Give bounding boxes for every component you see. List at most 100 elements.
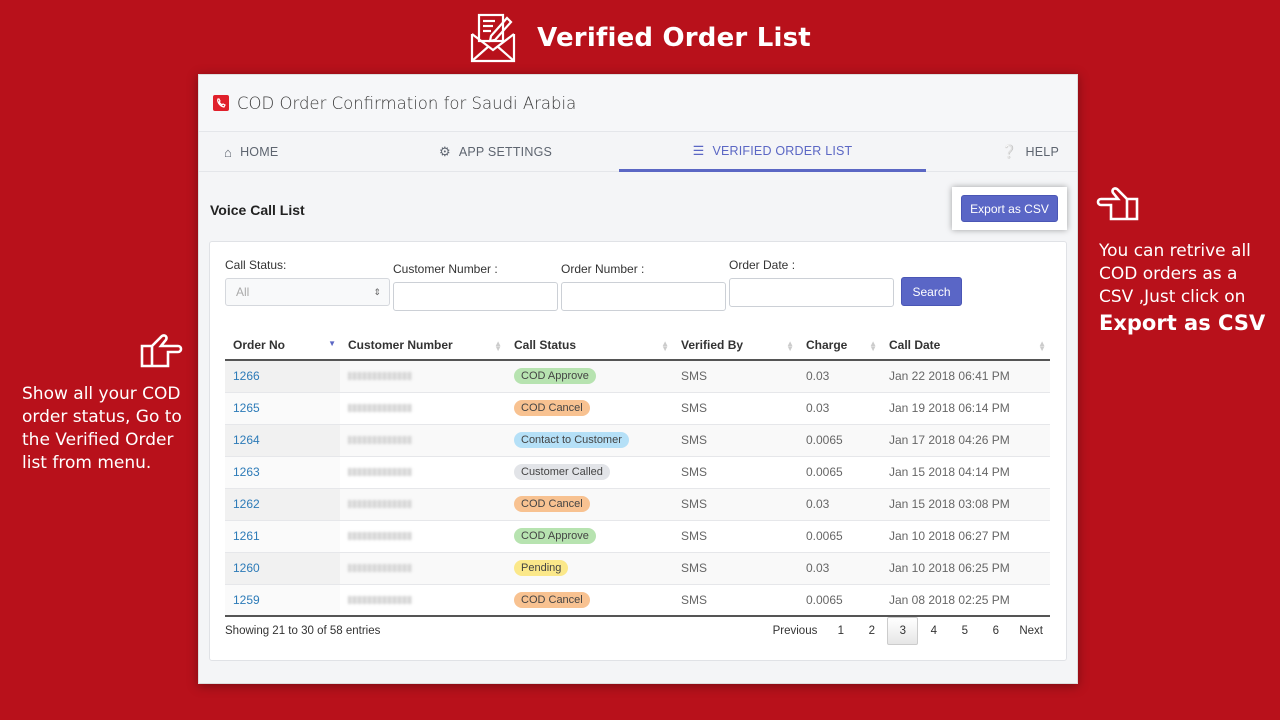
col-order-no[interactable]: Order No ▼ [225,331,340,361]
filters: Call Status: All ⇕ Customer Number : Ord… [225,258,1051,318]
customer-number-blurred [348,500,412,508]
order-no-cell: 1263 [225,456,340,489]
call-date-cell: Jan 17 2018 04:26 PM [881,424,1050,457]
tab-help[interactable]: ❔ HELP [1001,132,1059,172]
voice-call-card: Call Status: All ⇕ Customer Number : Ord… [209,241,1067,661]
order-date-label: Order Date : [729,258,796,272]
charge-cell: 0.0065 [798,424,881,457]
order-link[interactable]: 1264 [233,433,260,447]
pagination-next[interactable]: Next [1011,617,1051,645]
order-link[interactable]: 1261 [233,529,260,543]
call-date-cell: Jan 15 2018 03:08 PM [881,488,1050,521]
call-status-select[interactable]: All ⇕ [225,278,390,306]
order-date-input[interactable] [729,278,894,307]
status-badge: Contact to Customer [514,432,629,448]
customer-number-cell [340,360,506,393]
phone-logo-icon [213,95,229,111]
verified-by-cell: SMS [673,584,798,617]
pagination-page[interactable]: 1 [825,617,856,645]
customer-number-cell [340,520,506,553]
pagination-page[interactable]: 2 [856,617,887,645]
charge-cell: 0.03 [798,488,881,521]
search-button[interactable]: Search [901,277,962,306]
app-window: COD Order Confirmation for Saudi Arabia … [198,74,1078,684]
order-no-cell: 1264 [225,424,340,457]
customer-number-cell [340,392,506,425]
question-circle-icon: ❔ [1001,144,1018,159]
left-note: Show all your COD order status, Go to th… [22,384,182,473]
charge-cell: 0.03 [798,360,881,393]
section-title: Voice Call List [210,202,305,218]
verified-by-cell: SMS [673,552,798,585]
charge-cell: 0.0065 [798,520,881,553]
customer-number-blurred [348,404,412,412]
gear-icon: ⚙ [439,144,451,159]
tab-home-label: HOME [240,145,279,159]
orders-table: Order No ▼ Customer Number ▲ ▼ Call Status ▲… [225,331,1050,617]
call-date-cell: Jan 10 2018 06:25 PM [881,552,1050,585]
order-link[interactable]: 1259 [233,593,260,607]
pointing-hand-left-icon [1096,187,1139,221]
sort-icon: ▲ ▼ [494,339,502,353]
sort-icon: ▲ ▼ [661,339,669,353]
section-header: Voice Call List [199,172,1077,242]
customer-number-blurred [348,595,412,604]
pagination-page[interactable]: 4 [918,617,949,645]
pagination-page[interactable]: 6 [980,617,1011,645]
order-no-cell: 1266 [225,360,340,393]
order-number-input[interactable] [561,282,726,311]
col-charge-label: Charge [806,338,848,352]
table-row: 1260 Pending SMS 0.03 Jan 10 2018 06:25 PM [225,552,1050,585]
pagination-previous[interactable]: Previous [765,617,826,645]
charge-cell: 0.03 [798,392,881,425]
col-verified-by[interactable]: Verified By ▲ ▼ [673,331,798,361]
customer-number-input[interactable] [393,282,558,311]
call-date-cell: Jan 08 2018 02:25 PM [881,584,1050,617]
pointing-hand-right-icon [140,334,183,368]
order-date-group: Order Date : [729,258,894,307]
status-badge: COD Cancel [514,496,590,512]
customer-number-cell [340,552,506,585]
col-call-date-label: Call Date [889,338,941,352]
call-status-cell: Pending [506,552,673,585]
table-row: 1261 COD Approve SMS 0.0065 Jan 10 2018 06:2… [225,520,1050,553]
table-row: 1265 COD Cancel SMS 0.03 Jan 19 2018 06:14 P… [225,392,1050,425]
sort-icon: ▲ ▼ [869,339,877,353]
export-highlight: Export as CSV [952,187,1067,230]
pagination: Previous 1 2 3 4 5 6 Next [765,617,1051,645]
charge-cell: 0.0065 [798,456,881,489]
call-status-cell: COD Approve [506,520,673,553]
order-no-cell: 1259 [225,584,340,617]
table-body: 1266 COD Approve SMS 0.03 Jan 22 2018 06:41 … [225,360,1050,617]
table-row: 1264 Contact to Customer SMS 0.0065 Jan 17 2… [225,424,1050,457]
col-charge[interactable]: Charge ▲ ▼ [798,331,881,361]
col-call-date[interactable]: Call Date ▲ ▼ [881,331,1050,361]
entries-info: Showing 21 to 30 of 58 entries [225,625,381,637]
col-order-no-label: Order No [233,338,286,352]
col-customer-number[interactable]: Customer Number ▲ ▼ [340,331,506,361]
order-link[interactable]: 1260 [233,561,260,575]
call-date-cell: Jan 22 2018 06:41 PM [881,360,1050,393]
right-note-strong: Export as CSV [1099,311,1266,335]
order-link[interactable]: 1265 [233,401,260,415]
order-link[interactable]: 1266 [233,369,260,383]
col-call-status[interactable]: Call Status ▲ ▼ [506,331,673,361]
order-number-group: Order Number : [561,262,726,311]
tab-verified-order-list[interactable]: ☰ VERIFIED ORDER LIST [619,132,926,172]
customer-number-cell [340,488,506,521]
call-status-value: All [236,285,250,299]
order-link[interactable]: 1263 [233,465,260,479]
order-no-cell: 1261 [225,520,340,553]
pagination-page[interactable]: 5 [949,617,980,645]
status-badge: COD Approve [514,368,596,385]
call-status-cell: COD Approve [506,360,673,393]
tab-home[interactable]: ⌂ HOME [224,132,278,172]
export-csv-button[interactable]: Export as CSV [961,195,1058,222]
pagination-page[interactable]: 3 [887,617,919,645]
table-row: 1259 COD Cancel SMS 0.0065 Jan 08 2018 02:25… [225,584,1050,617]
tab-app-settings[interactable]: ⚙ APP SETTINGS [439,132,552,172]
verified-by-cell: SMS [673,456,798,489]
customer-number-blurred [348,436,412,444]
table-row: 1266 COD Approve SMS 0.03 Jan 22 2018 06:41 … [225,360,1050,393]
order-link[interactable]: 1262 [233,497,260,511]
